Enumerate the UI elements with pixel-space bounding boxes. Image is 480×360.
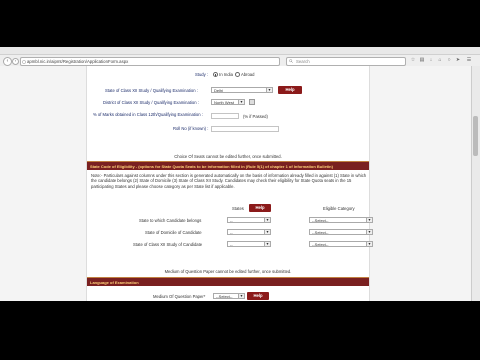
chevron-down-icon: ▼ bbox=[366, 242, 372, 246]
medium-note: Medium of Question Paper cannot be edite… bbox=[164, 269, 292, 274]
percent-input[interactable] bbox=[211, 113, 239, 119]
chevron-down-icon: ▼ bbox=[366, 218, 372, 222]
language-header-bar: Language of Examination bbox=[87, 277, 369, 286]
page-content: Study : In India Abroad State of Class X… bbox=[0, 66, 480, 301]
row-belongs-label: State to which Candidate belongs bbox=[139, 218, 202, 223]
district-info-icon[interactable] bbox=[249, 99, 255, 105]
search-input[interactable]: Search bbox=[286, 57, 406, 66]
study-label: Study : bbox=[195, 72, 209, 77]
home-icon[interactable]: ⌂ bbox=[437, 58, 443, 63]
chevron-down-icon: ▼ bbox=[264, 242, 270, 246]
district-xii-select[interactable]: North West ▼ bbox=[211, 99, 245, 105]
row-domicile-category-select[interactable]: --Select-- ▼ bbox=[309, 229, 373, 235]
help-button-medium[interactable]: Help bbox=[247, 292, 269, 300]
row-xii-category-select[interactable]: --Select-- ▼ bbox=[309, 241, 373, 247]
rollno-input[interactable] bbox=[211, 126, 279, 132]
language-header: Language of Examination bbox=[90, 279, 139, 285]
choice-seats-note: Choice Of Seats cannot be edited further… bbox=[174, 154, 282, 159]
row-xii-state-select[interactable]: -- ▼ bbox=[227, 241, 271, 247]
radio-abroad[interactable] bbox=[235, 72, 240, 78]
percent-hint: (% if Passed) bbox=[243, 114, 268, 119]
chevron-down-icon: ▼ bbox=[264, 230, 270, 234]
help-button-eligibility[interactable]: Help bbox=[249, 204, 271, 212]
chevron-down-icon: ▼ bbox=[366, 230, 372, 234]
chevron-down-icon: ▼ bbox=[238, 294, 244, 298]
chevron-down-icon: ▼ bbox=[238, 100, 244, 104]
percent-label: % of Marks obtained in Class 12th/Qualif… bbox=[93, 112, 203, 117]
download-icon[interactable]: ↓ bbox=[428, 58, 434, 63]
row-domicile-label: State of Domicile of Candidate bbox=[145, 230, 202, 235]
search-placeholder: Search bbox=[296, 59, 310, 64]
globe-icon bbox=[22, 59, 26, 64]
application-form: Study : In India Abroad State of Class X… bbox=[86, 66, 373, 301]
row-belongs-state-select[interactable]: -- ▼ bbox=[227, 217, 271, 223]
chevron-down-icon: ▼ bbox=[266, 88, 272, 92]
col-eligible-category: Eligible Category bbox=[323, 206, 355, 211]
rollno-label: Roll No (if known) : bbox=[173, 126, 209, 131]
eligibility-note: Note:- Particulars against columns under… bbox=[91, 173, 367, 189]
study-option-india[interactable]: In India bbox=[213, 72, 233, 78]
chevron-down-icon: ▼ bbox=[264, 218, 270, 222]
url-bar[interactable]: apmbl.nic.in/aipmt/Registration/Applicat… bbox=[20, 57, 280, 66]
send-icon[interactable]: ➤ bbox=[455, 58, 461, 63]
eligibility-header-bar: State Code of Eligibility - (options for… bbox=[87, 161, 369, 170]
row-domicile-state-select[interactable]: -- ▼ bbox=[227, 229, 271, 235]
study-option-abroad[interactable]: Abroad bbox=[235, 72, 254, 78]
help-button-state[interactable]: Help bbox=[278, 86, 302, 94]
browser-window: ‹ › apmbl.nic.in/aipmt/Registration/Appl… bbox=[0, 47, 480, 301]
col-states: States bbox=[232, 206, 244, 211]
state-xii-select[interactable]: Delhi ▼ bbox=[211, 87, 273, 93]
clipboard-icon[interactable]: ▤ bbox=[419, 58, 425, 63]
url-text: apmbl.nic.in/aipmt/Registration/Applicat… bbox=[27, 59, 129, 64]
chat-icon[interactable]: ○ bbox=[446, 58, 452, 63]
row-belongs-category-select[interactable]: --Select-- ▼ bbox=[309, 217, 373, 223]
radio-india[interactable] bbox=[213, 72, 218, 78]
medium-label: Medium Of Question Paper* bbox=[153, 294, 206, 299]
scrollbar-thumb[interactable] bbox=[473, 116, 478, 156]
menu-icon[interactable]: ☰ bbox=[466, 58, 472, 63]
forward-icon[interactable]: › bbox=[12, 58, 19, 65]
title-bar bbox=[0, 47, 480, 55]
district-xii-label: District of Class XII Study / Qualifying… bbox=[103, 100, 199, 105]
row-xii-study-label: State of Class XII Study of Candidate bbox=[133, 242, 203, 247]
search-icon bbox=[289, 59, 293, 63]
state-xii-label: State of Class XII Study / Qualifying Ex… bbox=[105, 88, 198, 93]
page-scrollbar[interactable] bbox=[471, 66, 480, 301]
star-icon[interactable]: ☆ bbox=[410, 58, 416, 63]
medium-select[interactable]: --Select-- ▼ bbox=[213, 293, 245, 299]
eligibility-header: State Code of Eligibility - (options for… bbox=[90, 163, 333, 169]
back-icon[interactable]: ‹ bbox=[3, 57, 12, 66]
